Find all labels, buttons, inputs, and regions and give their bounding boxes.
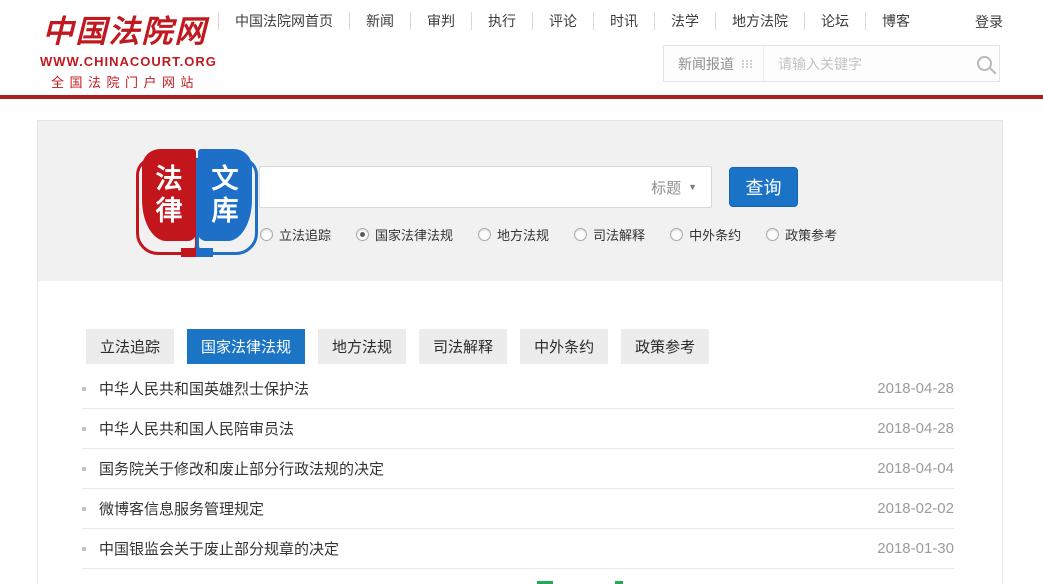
law-list-row: 国务院关于修改和废止部分行政法规的决定 2018-04-04 (82, 449, 954, 489)
law-date: 2018-04-28 (877, 420, 954, 437)
magnifier-icon (977, 56, 992, 71)
book-left-label: 法律 (155, 163, 183, 228)
tab-judicial-interpretation[interactable]: 司法解释 (419, 329, 507, 364)
radio-policy-reference[interactable]: 政策参考 (766, 225, 837, 244)
nav-item-blog[interactable]: 博客 (865, 12, 926, 30)
radio-legislation-tracking[interactable]: 立法追踪 (260, 225, 331, 244)
nav-item-current[interactable]: 时讯 (593, 12, 654, 30)
tab-treaties[interactable]: 中外条约 (520, 329, 608, 364)
radio-circle (766, 228, 779, 241)
keyword-search-input[interactable] (764, 46, 969, 81)
book-left-page: 法律 (142, 149, 196, 241)
search-category-label: 新闻报道 (678, 54, 734, 74)
law-title-link[interactable]: 中华人民共和国英雄烈士保护法 (99, 378, 309, 399)
site-header: 中国法院网 WWW.CHINACOURT.ORG 全国法院门户网站 中国法院网首… (0, 0, 1043, 95)
content-container: 法律 文库 标题 ▼ 查询 立法追踪 国家法律法规 (37, 120, 1003, 584)
red-divider-line (0, 95, 1043, 99)
site-logo-url: WWW.CHINACOURT.ORG (40, 54, 210, 69)
law-title-link[interactable]: 国务院关于修改和废止部分行政法规的决定 (99, 458, 384, 479)
radio-circle (574, 228, 587, 241)
radio-local-regulations[interactable]: 地方法规 (478, 225, 549, 244)
site-logo-title: 中国法院网 (40, 6, 210, 51)
law-list-row: 中华人民共和国人民陪审员法 2018-04-28 (82, 409, 954, 449)
law-list-row: 中华人民共和国英雄烈士保护法 2018-04-28 (82, 369, 954, 409)
grid-dots-icon (742, 60, 753, 68)
library-search-input[interactable] (260, 167, 637, 207)
bullet-icon (82, 387, 86, 391)
nav-item-news[interactable]: 新闻 (349, 12, 410, 30)
law-library-panel: 法律 文库 标题 ▼ 查询 立法追踪 国家法律法规 (38, 120, 1002, 281)
law-date: 2018-04-04 (877, 460, 954, 477)
top-nav: 中国法院网首页 新闻 审判 执行 评论 时讯 法学 地方法院 论坛 博客 (218, 12, 926, 30)
book-right-page: 文库 (198, 149, 252, 241)
nav-item-home[interactable]: 中国法院网首页 (218, 12, 349, 30)
caret-down-icon: ▼ (688, 182, 697, 192)
site-logo[interactable]: 中国法院网 WWW.CHINACOURT.ORG 全国法院门户网站 (40, 6, 210, 91)
nav-item-trial[interactable]: 审判 (410, 12, 471, 30)
nav-item-comment[interactable]: 评论 (532, 12, 593, 30)
search-category-dropdown[interactable]: 新闻报道 (664, 46, 764, 81)
library-search-box: 标题 ▼ (259, 166, 712, 208)
law-date: 2018-01-30 (877, 540, 954, 557)
law-title-link[interactable]: 中国银监会关于废止部分规章的决定 (99, 538, 339, 559)
category-radio-group: 立法追踪 国家法律法规 地方法规 司法解释 中外条约 政策参考 (260, 225, 837, 244)
nav-item-enforcement[interactable]: 执行 (471, 12, 532, 30)
tab-local-regulations[interactable]: 地方法规 (318, 329, 406, 364)
radio-circle (478, 228, 491, 241)
category-tabs: 立法追踪 国家法律法规 地方法规 司法解释 中外条约 政策参考 (86, 329, 1002, 364)
query-button[interactable]: 查询 (729, 167, 798, 207)
radio-judicial-interpretation[interactable]: 司法解释 (574, 225, 645, 244)
bullet-icon (82, 507, 86, 511)
radio-treaties[interactable]: 中外条约 (670, 225, 741, 244)
tab-policy-reference[interactable]: 政策参考 (621, 329, 709, 364)
law-list-row: 中国银监会关于废止部分规章的决定 2018-01-30 (82, 529, 954, 569)
top-search-bar: 新闻报道 (663, 45, 1000, 82)
bullet-icon (82, 427, 86, 431)
radio-circle (670, 228, 683, 241)
bullet-icon (82, 467, 86, 471)
law-date: 2018-02-02 (877, 500, 954, 517)
nav-item-forum[interactable]: 论坛 (804, 12, 865, 30)
book-foot-right (196, 248, 213, 257)
bullet-icon (82, 547, 86, 551)
site-logo-subtitle: 全国法院门户网站 (40, 72, 210, 91)
law-list: 中华人民共和国英雄烈士保护法 2018-04-28 中华人民共和国人民陪审员法 … (82, 369, 954, 569)
search-field-selector[interactable]: 标题 ▼ (637, 167, 711, 207)
radio-circle-checked (356, 228, 369, 241)
radio-circle (260, 228, 273, 241)
tab-national-laws[interactable]: 国家法律法规 (187, 329, 305, 364)
search-button[interactable] (969, 46, 999, 81)
nav-item-local-courts[interactable]: 地方法院 (715, 12, 804, 30)
law-date: 2018-04-28 (877, 380, 954, 397)
law-library-book-logo: 法律 文库 (141, 149, 253, 253)
tab-legislation-tracking[interactable]: 立法追踪 (86, 329, 174, 364)
law-title-link[interactable]: 微博客信息服务管理规定 (99, 498, 264, 519)
book-right-label: 文库 (211, 163, 239, 228)
search-field-label: 标题 (651, 177, 681, 198)
law-list-row: 微博客信息服务管理规定 2018-02-02 (82, 489, 954, 529)
radio-national-laws[interactable]: 国家法律法规 (356, 225, 453, 244)
login-link[interactable]: 登录 (975, 12, 1003, 32)
nav-item-law-study[interactable]: 法学 (654, 12, 715, 30)
law-title-link[interactable]: 中华人民共和国人民陪审员法 (99, 418, 294, 439)
